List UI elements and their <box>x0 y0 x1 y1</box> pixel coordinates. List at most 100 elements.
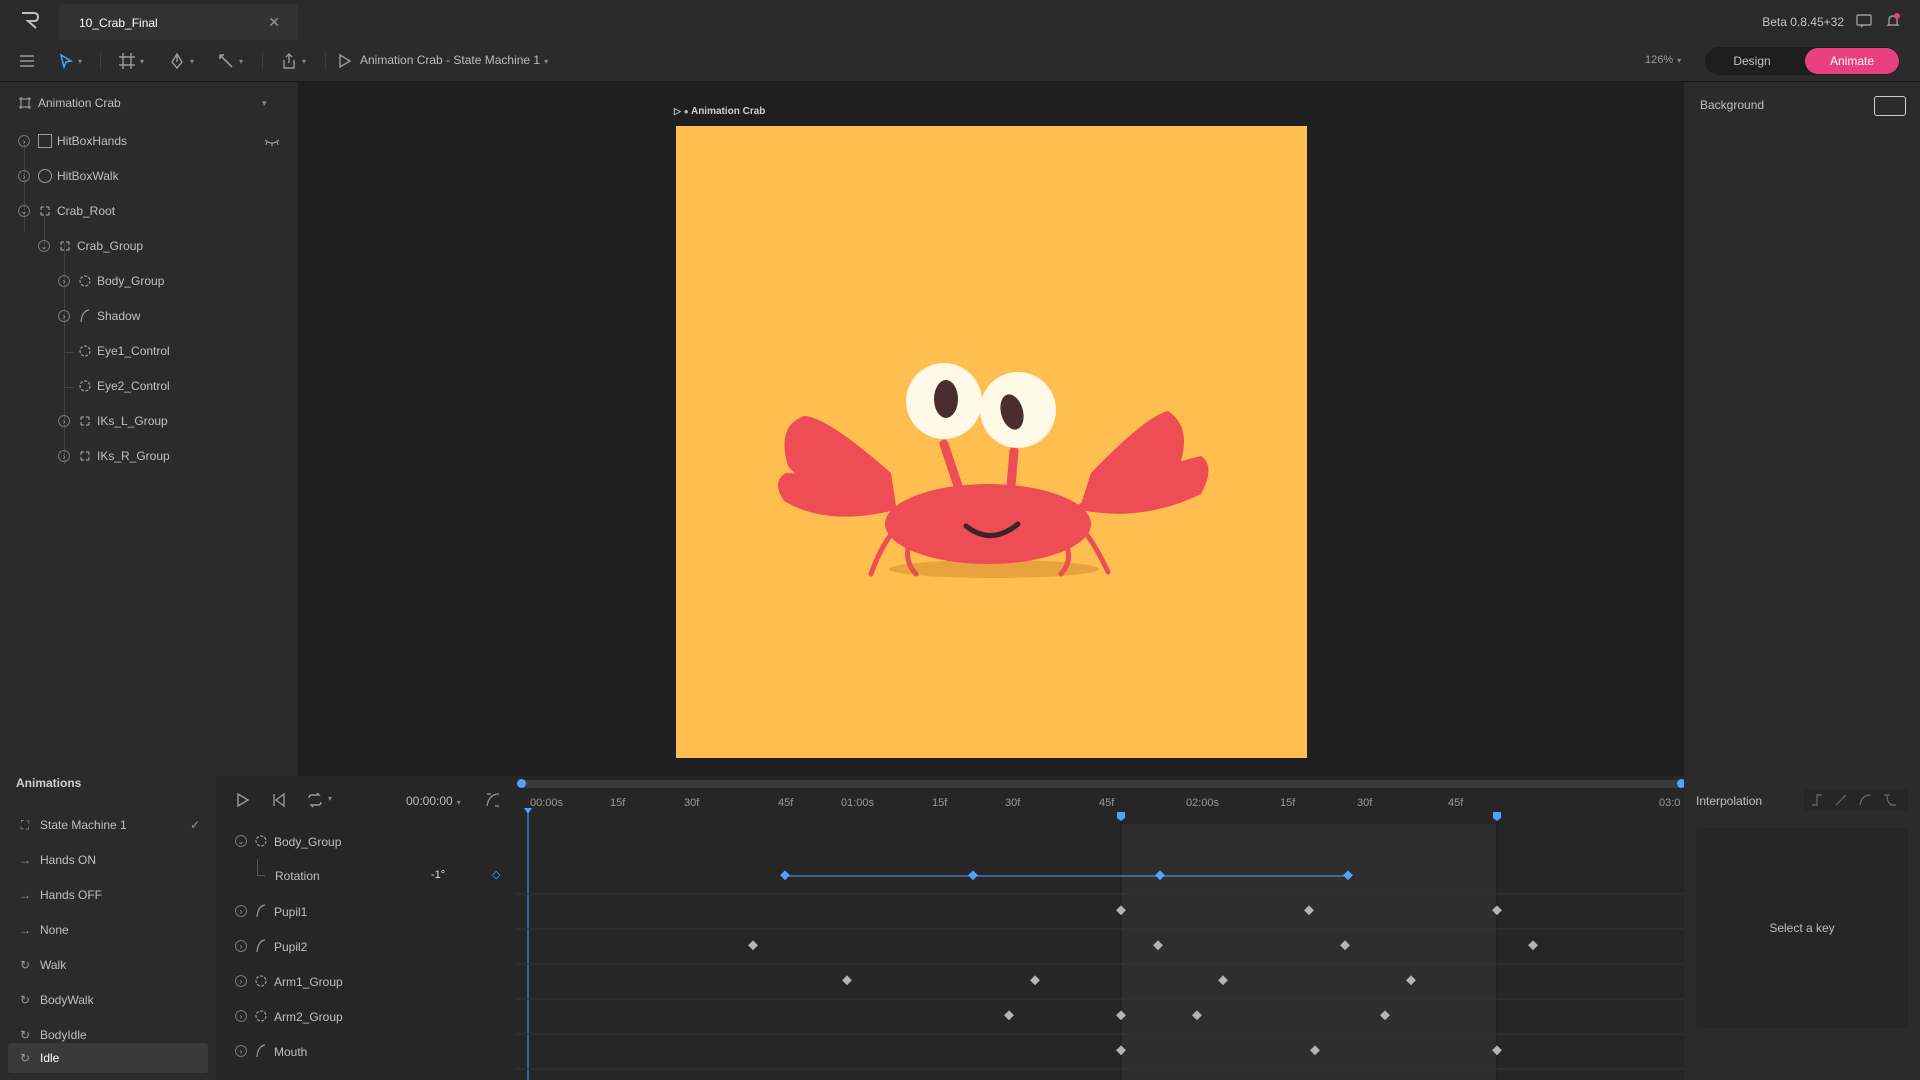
file-tab[interactable]: 10_Crab_Final ✕ <box>59 4 298 40</box>
timeline-panel: ▾ 00:00:00 ▾ ⌄ Body_Group Rotation -1° ◇ … <box>216 776 1686 1080</box>
animation-item[interactable]: ⛶ State Machine 1 ✓ <box>8 810 208 840</box>
artboard-row[interactable]: Animation Crab ▾ <box>0 86 298 120</box>
timeline-row[interactable]: › Mouth <box>216 1034 516 1069</box>
collapse-icon[interactable]: ⌄ <box>38 240 50 252</box>
expand-icon[interactable]: › <box>235 905 247 917</box>
expand-icon[interactable]: › <box>235 1010 247 1022</box>
keyframe-area[interactable]: 00:00s 15f 30f 45f 01:00s 15f 30f 45f 02… <box>516 776 1686 1080</box>
hierarchy-item[interactable]: › HitBoxHands <box>0 124 298 158</box>
curve-editor-icon[interactable] <box>486 793 500 807</box>
target-icon <box>255 975 267 987</box>
export-tool[interactable]: ▾ <box>280 48 306 74</box>
design-mode-button[interactable]: Design <box>1707 48 1797 74</box>
item-label: Crab_Group <box>77 239 144 253</box>
animation-item[interactable]: ↻ BodyWalk <box>8 985 208 1015</box>
row-label: Pupil1 <box>274 904 308 919</box>
collapse-icon[interactable]: ⌄ <box>18 205 30 217</box>
animation-item[interactable]: ↻ Walk <box>8 950 208 980</box>
animation-item[interactable]: → Hands OFF <box>8 880 208 910</box>
ellipse-shape-icon <box>38 169 52 183</box>
path-icon <box>256 939 266 953</box>
hierarchy-item[interactable]: Eye1_Control <box>0 334 298 368</box>
animate-mode-button[interactable]: Animate <box>1805 48 1899 74</box>
animation-item[interactable]: → None <box>8 915 208 945</box>
collapse-icon[interactable]: ⌄ <box>235 835 247 847</box>
path-icon <box>256 1044 266 1058</box>
timeline-row[interactable]: › Pupil1 <box>216 894 516 929</box>
expand-icon[interactable]: › <box>235 1045 247 1057</box>
group-icon <box>80 451 90 461</box>
play-icon[interactable] <box>236 792 250 808</box>
hidden-eye-icon[interactable] <box>264 138 280 146</box>
animation-item[interactable]: → Hands ON <box>8 845 208 875</box>
pointer-icon <box>59 53 74 69</box>
interpolation-presets <box>1804 790 1908 810</box>
select-key-message: Select a key <box>1769 921 1835 935</box>
hierarchy-item[interactable]: ⌄ Crab_Root <box>0 194 298 228</box>
expand-icon[interactable]: › <box>18 135 30 147</box>
artboard[interactable] <box>676 126 1307 758</box>
rive-logo-icon[interactable] <box>18 10 42 30</box>
pen-tool[interactable]: ▾ <box>168 48 194 74</box>
chevron-down-icon[interactable]: ▾ <box>328 794 332 803</box>
hierarchy-item[interactable]: › Shadow <box>0 299 298 333</box>
time-selector[interactable]: 00:00:00 ▾ <box>406 794 461 808</box>
expand-icon[interactable]: › <box>235 940 247 952</box>
expand-icon[interactable]: › <box>58 310 70 322</box>
row-label: Pupil2 <box>274 939 308 954</box>
loop-mode-icon[interactable] <box>306 792 324 808</box>
play-icon[interactable]: ▷ <box>674 106 681 116</box>
row-label: Mouth <box>274 1044 308 1059</box>
timeline-property-row[interactable]: Rotation -1° ◇ <box>217 859 517 894</box>
background-label: Background <box>1700 98 1765 112</box>
hierarchy-panel: Animation Crab ▾ › HitBoxHands › HitBoxW… <box>0 82 298 776</box>
target-icon <box>255 1010 267 1022</box>
rectangle-shape-icon <box>38 134 52 148</box>
skip-start-icon[interactable] <box>272 792 286 808</box>
hamburger-menu-icon[interactable] <box>18 52 36 70</box>
expand-icon[interactable]: › <box>235 975 247 987</box>
state-machine-selector[interactable]: Animation Crab - State Machine 1 ▾ <box>360 53 548 67</box>
expand-icon[interactable]: › <box>58 450 70 462</box>
file-tab-label: 10_Crab_Final <box>79 16 158 30</box>
select-tool[interactable]: ▾ <box>58 48 82 74</box>
artboard-tool[interactable]: ▾ <box>118 48 144 74</box>
notification-bell-icon[interactable] <box>1884 12 1902 30</box>
timeline-row[interactable]: ⌄ Body_Group <box>216 824 516 859</box>
timeline-rows: ⌄ Body_Group Rotation -1° ◇ › Pupil1 › P… <box>216 824 516 1080</box>
play-state-machine-icon[interactable] <box>338 53 352 69</box>
animation-item-selected[interactable]: ↻ Idle <box>8 1043 208 1073</box>
chevron-down-icon[interactable]: ▾ <box>262 98 267 109</box>
expand-icon[interactable]: › <box>58 415 70 427</box>
share-icon <box>283 53 295 69</box>
expand-icon[interactable]: › <box>58 275 70 287</box>
group-icon <box>60 241 70 251</box>
hierarchy-item[interactable]: ⌄ Crab_Group <box>0 229 298 263</box>
work-area-end-marker <box>1493 812 1501 821</box>
timeline-row[interactable]: › Pupil2 <box>216 929 516 964</box>
artboard-icon <box>19 97 31 109</box>
background-color-swatch[interactable] <box>1874 96 1906 116</box>
timeline-row[interactable]: › Arm1_Group <box>216 964 516 999</box>
hierarchy-item[interactable]: › HitBoxWalk <box>0 159 298 193</box>
hierarchy-item[interactable]: › IKs_R_Group <box>0 439 298 473</box>
animation-label: None <box>40 923 69 937</box>
expand-icon[interactable]: › <box>18 170 30 182</box>
bone-tool[interactable]: ▾ <box>217 48 243 74</box>
zoom-selector[interactable]: 126% ▾ <box>1645 54 1681 66</box>
animation-label: BodyIdle <box>40 1028 87 1042</box>
path-icon <box>80 309 90 323</box>
row-label: Arm2_Group <box>274 1009 343 1024</box>
target-icon <box>79 380 91 392</box>
feedback-icon[interactable] <box>1855 12 1873 30</box>
keyframe-diamond-icon[interactable]: ◇ <box>492 868 500 881</box>
hierarchy-item[interactable]: › IKs_L_Group <box>0 404 298 438</box>
bone-icon <box>219 54 233 68</box>
hierarchy-item[interactable]: › Body_Group <box>0 264 298 298</box>
close-icon[interactable]: ✕ <box>268 14 280 31</box>
hierarchy-item[interactable]: Eye2_Control <box>0 369 298 403</box>
artboard-name: Animation Crab <box>38 96 121 110</box>
artboard-title[interactable]: ▷ ● Animation Crab <box>674 106 765 117</box>
timeline-row[interactable]: › Arm2_Group <box>216 999 516 1034</box>
rotation-value-input[interactable]: -1° <box>431 869 445 881</box>
